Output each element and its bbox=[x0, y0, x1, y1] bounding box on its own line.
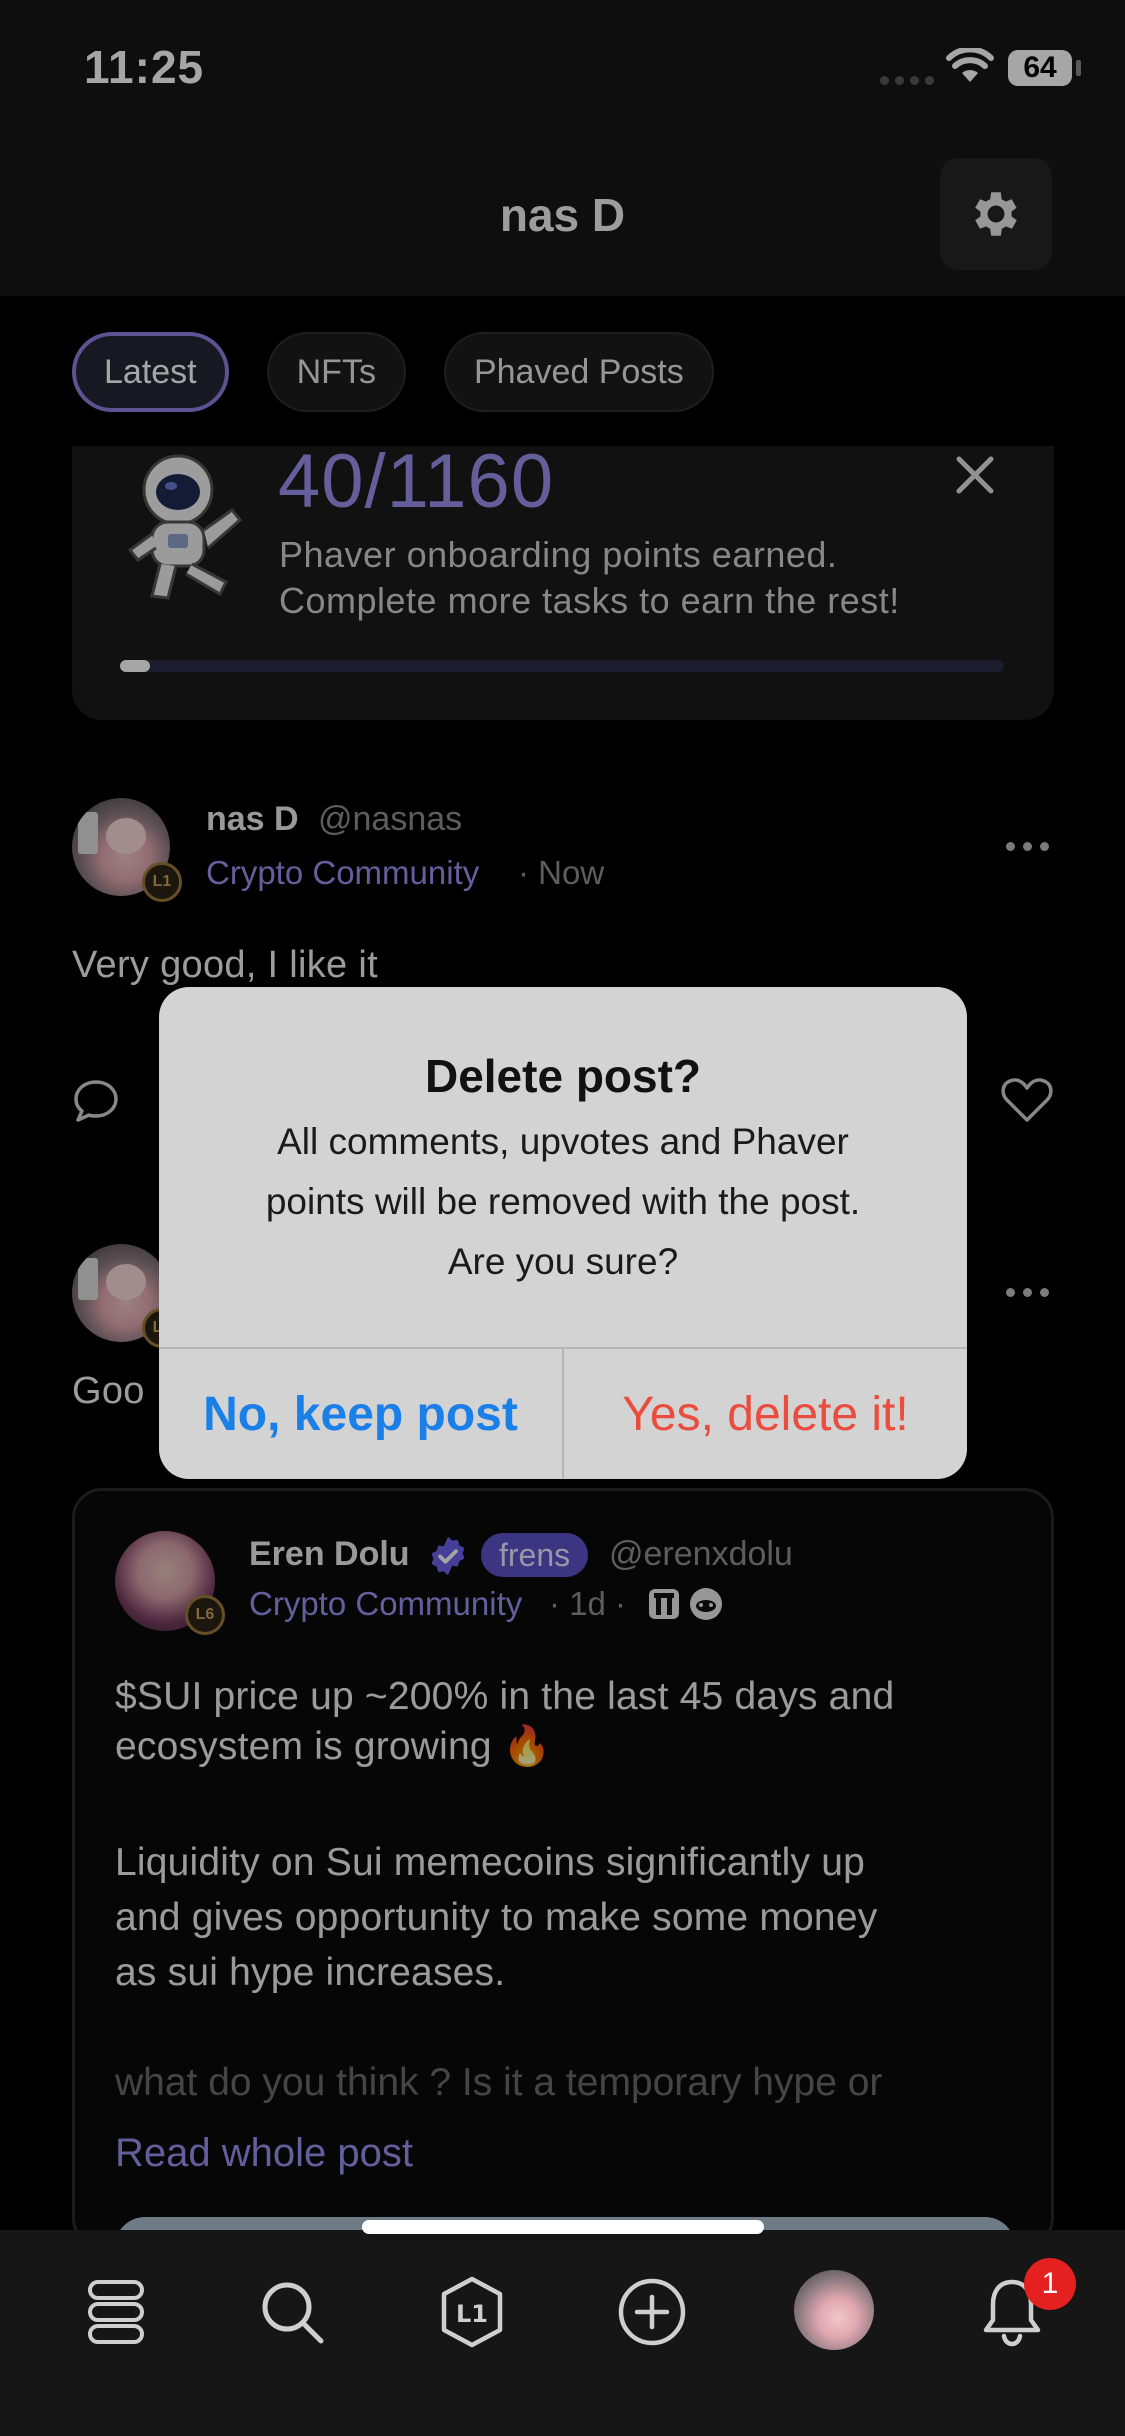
nft-gate-icon bbox=[649, 1589, 679, 1619]
dialog-message-line: All comments, upvotes and Phaver bbox=[277, 1121, 849, 1162]
gear-icon bbox=[975, 192, 1017, 236]
post-community[interactable]: Crypto Community bbox=[206, 854, 479, 892]
comment-icon[interactable] bbox=[72, 1078, 120, 1124]
level-badge: L1 bbox=[142, 862, 182, 902]
notification-count-badge: 1 bbox=[1024, 2258, 1076, 2310]
onboarding-progress-fill bbox=[120, 660, 151, 672]
close-button[interactable] bbox=[946, 446, 1004, 504]
quoted-author-name[interactable]: Eren Dolu bbox=[249, 1535, 410, 1574]
search-icon bbox=[262, 2282, 324, 2344]
home-indicator[interactable] bbox=[362, 2220, 764, 2234]
profile-header: nas D bbox=[0, 140, 1125, 296]
svg-text:L1: L1 bbox=[456, 2300, 488, 2328]
feed-icon bbox=[88, 2280, 144, 2344]
tab-profile-avatar[interactable] bbox=[794, 2270, 874, 2350]
tab-nfts[interactable]: NFTs bbox=[266, 332, 406, 412]
close-icon bbox=[956, 456, 994, 494]
community-icon bbox=[690, 1588, 722, 1620]
level-icon: L1 bbox=[441, 2276, 503, 2348]
plus-icon bbox=[618, 2278, 686, 2346]
dialog-message-line: points will be removed with the post. bbox=[265, 1181, 861, 1222]
status-time: 11:25 bbox=[84, 41, 205, 93]
battery-indicator: 64 bbox=[1008, 50, 1072, 86]
bottom-tab-bar: L1 1 bbox=[0, 2230, 1125, 2436]
signal-icon bbox=[880, 76, 934, 85]
status-bar: 11:25 64 bbox=[0, 0, 1125, 140]
quoted-text-line: ecosystem is growing 🔥 bbox=[115, 1725, 552, 1768]
post-text: Goo bbox=[72, 1370, 145, 1412]
level-badge: L6 bbox=[185, 1595, 225, 1635]
post-more-button[interactable] bbox=[1006, 1288, 1049, 1297]
post-time: · Now bbox=[518, 854, 605, 891]
wifi-icon bbox=[946, 48, 994, 82]
onboarding-text-1: Phaver onboarding points earned. bbox=[279, 534, 838, 575]
post-author-name[interactable]: nas D bbox=[206, 800, 299, 839]
quoted-community[interactable]: Crypto Community bbox=[249, 1585, 522, 1623]
tab-latest[interactable]: Latest bbox=[72, 332, 229, 412]
onboarding-card: 40/1160 Phaver onboarding points earned.… bbox=[72, 446, 1054, 720]
keep-post-button[interactable]: No, keep post bbox=[159, 1349, 564, 1479]
quoted-text-line: as sui hype increases. bbox=[115, 1951, 506, 1994]
onboarding-text-2: Complete more tasks to earn the rest! bbox=[279, 580, 900, 621]
quoted-text-line: and gives opportunity to make some money bbox=[115, 1896, 878, 1939]
tab-phaved-posts[interactable]: Phaved Posts bbox=[443, 332, 714, 412]
tab-search[interactable] bbox=[252, 2272, 332, 2352]
feed-tabs: Latest NFTs Phaved Posts bbox=[72, 332, 714, 412]
frens-badge: frens bbox=[481, 1533, 589, 1577]
quoted-text-line: $SUI price up ~200% in the last 45 days … bbox=[115, 1675, 895, 1718]
tab-levels[interactable]: L1 bbox=[432, 2272, 512, 2352]
delete-post-button[interactable]: Yes, delete it! bbox=[564, 1349, 967, 1479]
post-more-button[interactable] bbox=[1006, 842, 1049, 851]
read-whole-post-link[interactable]: Read whole post bbox=[115, 2131, 413, 2176]
quoted-author-handle[interactable]: @erenxdolu bbox=[609, 1535, 793, 1574]
tab-feed[interactable] bbox=[76, 2272, 156, 2352]
settings-button[interactable] bbox=[940, 158, 1052, 270]
quoted-text-faded: what do you think ? Is it a temporary hy… bbox=[115, 2061, 883, 2104]
quoted-time: · 1d · bbox=[549, 1585, 627, 1622]
quoted-post-card[interactable]: L6 Eren Dolu frens @erenxdolu Crypto Com… bbox=[72, 1488, 1054, 2248]
post-text: Very good, I like it bbox=[72, 944, 378, 986]
onboarding-progress-bar bbox=[120, 660, 1004, 672]
heart-icon[interactable] bbox=[1000, 1076, 1054, 1124]
dialog-title: Delete post? bbox=[424, 1050, 702, 1102]
tab-create-post[interactable] bbox=[612, 2272, 692, 2352]
verified-icon bbox=[431, 1536, 465, 1576]
battery-tip bbox=[1076, 60, 1081, 76]
post-author-handle[interactable]: @nasnas bbox=[318, 800, 462, 839]
delete-post-dialog: Delete post? All comments, upvotes and P… bbox=[159, 987, 967, 1479]
onboarding-points: 40/1160 bbox=[278, 446, 555, 524]
dialog-actions: No, keep post Yes, delete it! bbox=[159, 1347, 967, 1479]
astronaut-illustration bbox=[127, 454, 243, 600]
quoted-text-line: Liquidity on Sui memecoins significantly… bbox=[115, 1841, 865, 1884]
dialog-message-line: Are you sure? bbox=[447, 1241, 679, 1282]
